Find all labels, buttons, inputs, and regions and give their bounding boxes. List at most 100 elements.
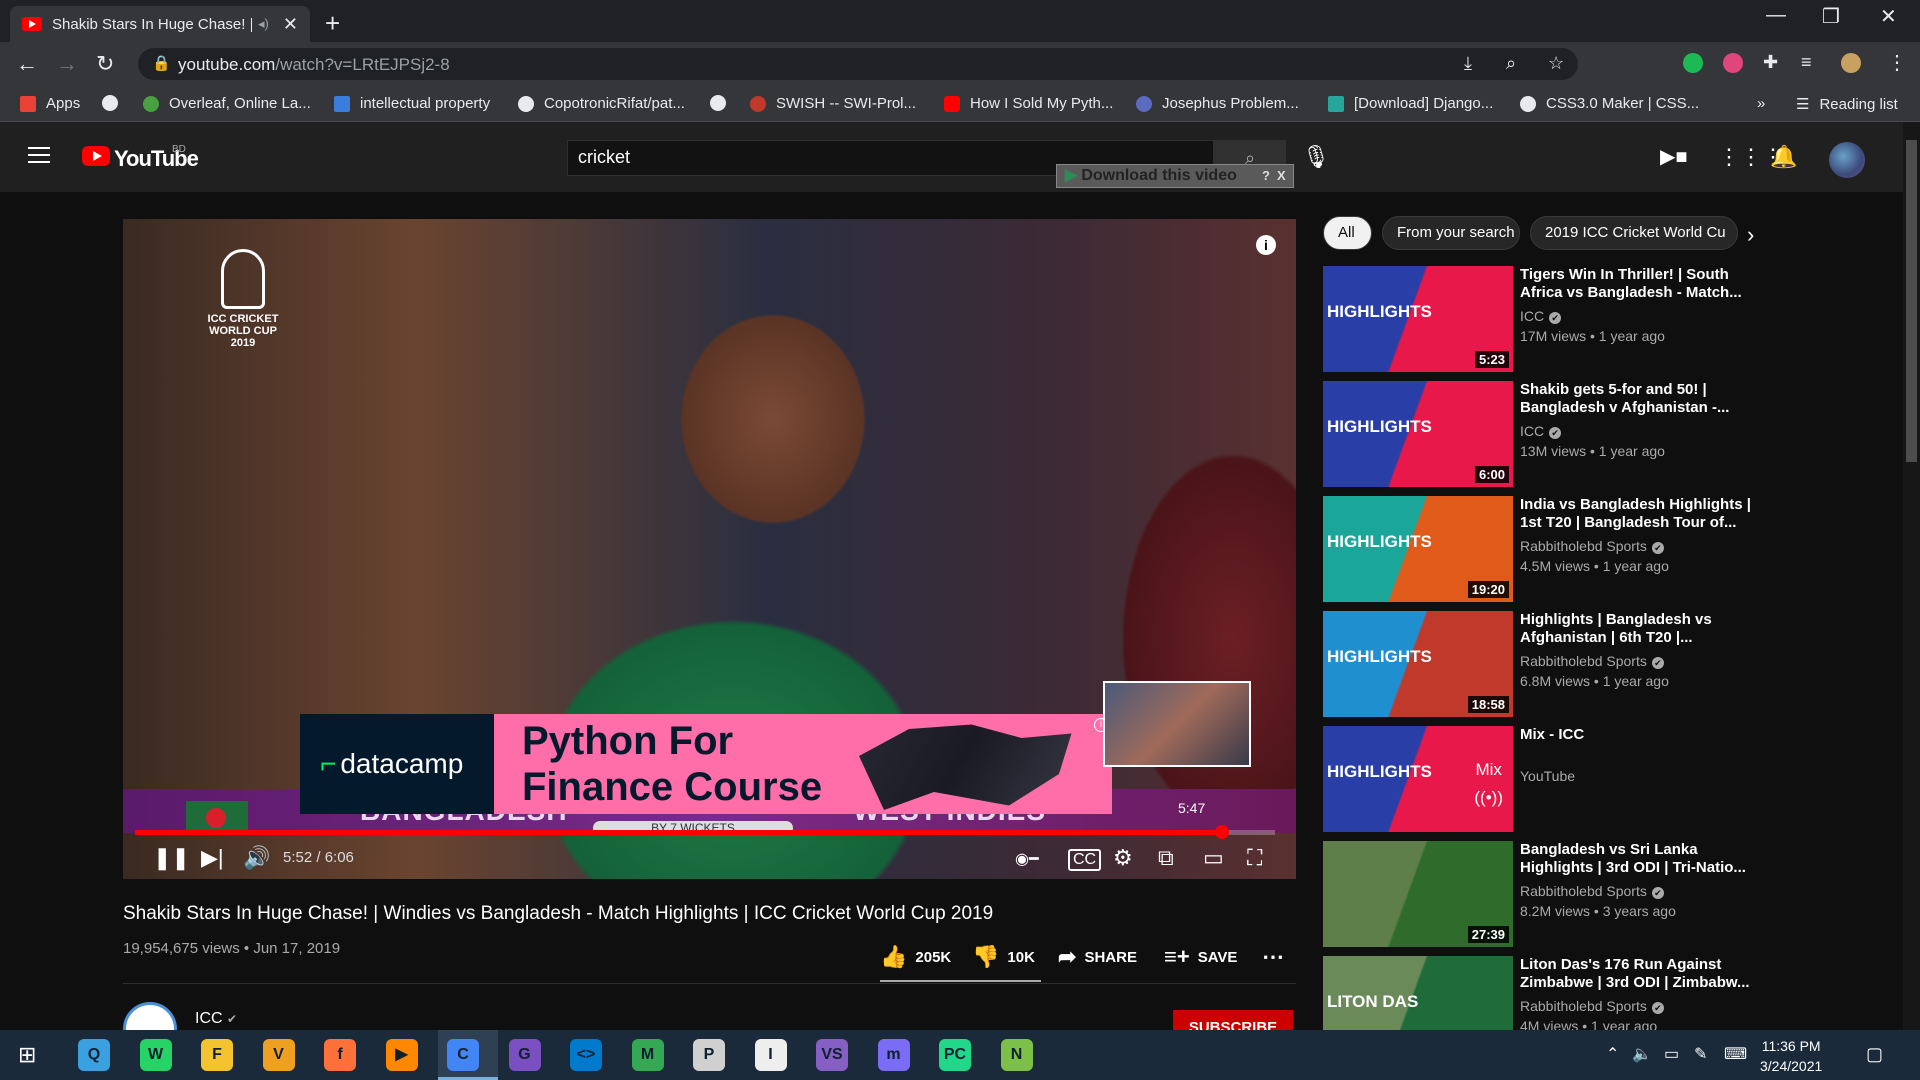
bookmark-swish[interactable]: SWISH -- SWI-Prol... [750,95,916,112]
windows-start-icon[interactable]: ⊞ [18,1042,36,1068]
new-tab-button[interactable]: + [325,8,340,39]
taskbar-vscode-icon[interactable]: <> [570,1039,602,1071]
bookmark-overleaf[interactable]: Overleaf, Online La... [143,95,311,112]
share-button[interactable]: ➦ SHARE [1058,944,1137,970]
bookmarks-overflow-button[interactable]: » [1757,95,1765,112]
chrome-menu-icon[interactable]: ⋮ [1887,50,1907,75]
settings-gear-icon[interactable]: ⚙ [1113,845,1133,871]
miniplayer-icon[interactable]: ⧉ [1158,845,1174,871]
grammarly-extension-icon[interactable] [1683,53,1703,73]
bookmark-django[interactable]: [Download] Django... [1328,95,1493,112]
recommendation-item[interactable]: HIGHLIGHTS 18:58 Highlights | Bangladesh v… [1323,611,1763,717]
bookmark-globe[interactable] [102,95,128,111]
network-icon[interactable]: ▭ [1664,1044,1679,1064]
recommendation-item[interactable]: HIGHLIGHTS 19:20 India vs Bangladesh Highl… [1323,496,1763,602]
forward-button[interactable]: → [56,51,78,77]
menu-icon[interactable] [28,147,50,163]
recommendation-title[interactable]: Liton Das's 176 Run Against Zimbabwe | 3… [1520,956,1760,992]
video-thumbnail[interactable]: HIGHLIGHTS 6:00 [1323,381,1513,487]
address-bar[interactable]: 🔒 youtube.com/watch?v=LRtEJPSj2-8 ☆ ⌕ ⤓ [138,48,1578,80]
restore-button[interactable]: ❐ [1822,4,1840,29]
close-window-button[interactable]: ✕ [1880,4,1897,29]
reading-list-button[interactable]: ☰ Reading list [1796,95,1898,114]
taskbar-vpn-icon[interactable]: V [262,1039,295,1071]
channel-name[interactable]: ICC ✔ [195,1010,237,1028]
recommendation-title[interactable]: Tigers Win In Thriller! | South Africa v… [1520,266,1760,302]
recommendation-channel[interactable]: Rabbitholebd Sports ✔ [1520,883,1664,899]
media-control-icon[interactable]: ≡ [1801,52,1812,73]
bookmark-youtube[interactable]: How I Sold My Pyth... [944,95,1113,112]
notification-center-icon[interactable]: ▢ [1866,1044,1883,1065]
taskbar-chrome-icon[interactable]: C [447,1039,479,1071]
bookmark-css-maker[interactable]: CSS3.0 Maker | CSS... [1520,95,1699,112]
volume-tray-icon[interactable]: 🔈 [1632,1044,1652,1064]
tab-close-icon[interactable]: ✕ [283,14,298,35]
video-thumbnail[interactable]: HIGHLIGHTS 19:20 [1323,496,1513,602]
recommendation-title[interactable]: Mix - ICC [1520,726,1760,744]
taskbar-whatsapp-icon[interactable]: W [139,1039,172,1071]
download-close-icon[interactable]: X [1277,165,1286,187]
download-help-icon[interactable]: ? [1262,165,1270,187]
autoplay-toggle[interactable]: ◉━ [1015,849,1039,869]
video-thumbnail[interactable]: HIGHLIGHTS 5:23 [1323,266,1513,372]
zoom-icon[interactable]: ⌕ [1506,53,1516,74]
recommendation-channel[interactable]: ICC ✔ [1520,423,1562,439]
taskbar-visual-studio-icon[interactable]: VS [816,1039,848,1071]
chevron-right-icon[interactable]: › [1747,222,1754,248]
ad-overlay[interactable]: ⌐ datacamp Python For Finance Course i [300,714,1112,814]
volume-icon[interactable]: 🔊 [243,845,270,871]
youtube-logo-icon[interactable] [82,146,110,166]
extensions-puzzle-icon[interactable]: ✚ [1763,52,1778,73]
recommendation-channel[interactable]: Rabbitholebd Sports ✔ [1520,998,1664,1014]
fullscreen-icon[interactable]: ⛶ [1247,845,1262,871]
pen-icon[interactable]: ✎ [1694,1044,1707,1064]
video-player[interactable]: ICC CRICKET WORLD CUP 2019 i BANGLADESH … [123,219,1296,879]
recommendation-item[interactable]: HIGHLIGHTS 5:23 Tigers Win In Thriller! | … [1323,266,1763,372]
recommendation-title[interactable]: Bangladesh vs Sri Lanka Highlights | 3rd… [1520,841,1760,877]
bookmark-github[interactable]: CopotronicRifat/pat... [518,95,685,112]
bookmark-globe-2[interactable] [710,95,736,111]
lock-icon[interactable]: 🔒 [152,54,171,72]
recommendation-item[interactable]: HIGHLIGHTS 6:00 Shakib gets 5-for and 50! … [1323,381,1763,487]
taskbar-maps-icon[interactable]: M [631,1039,664,1071]
pause-icon[interactable]: ❚❚ [153,845,190,871]
minimize-button[interactable]: — [1766,4,1786,27]
bookmark-intellectual-property[interactable]: intellectual property [334,95,490,112]
video-thumbnail[interactable]: HIGHLIGHTS Mix ((•)) [1323,726,1513,832]
recommendation-item[interactable]: 27:39 Bangladesh vs Sri Lanka Highlights … [1323,841,1763,947]
taskbar-inkscape-icon[interactable]: I [754,1039,787,1071]
notifications-bell-icon[interactable]: 🔔 [1770,144,1797,170]
taskbar-firefox-icon[interactable]: f [324,1039,356,1071]
browser-tab[interactable]: Shakib Stars In Huge Chase! | ◂) ✕ [10,6,310,42]
recommendation-channel[interactable]: YouTube [1520,768,1575,784]
keyboard-icon[interactable]: ⌨ [1724,1044,1747,1064]
chip-from-your-search[interactable]: From your search [1382,216,1520,250]
tray-chevron-icon[interactable]: ⌃ [1606,1044,1619,1064]
taskbar-notepad-icon[interactable]: N [1000,1039,1033,1071]
recommendation-channel[interactable]: Rabbitholebd Sports ✔ [1520,538,1664,554]
install-icon[interactable]: ⤓ [1464,53,1472,74]
page-scrollbar-thumb[interactable] [1906,140,1917,462]
extension-icon[interactable] [1723,53,1743,73]
progress-scrubber[interactable] [1215,825,1230,839]
video-thumbnail[interactable]: 27:39 [1323,841,1513,947]
bookmark-josephus[interactable]: Josephus Problem... [1136,95,1299,112]
theater-mode-icon[interactable]: ▭ [1203,845,1224,871]
tab-audio-icon[interactable]: ◂) [258,16,269,32]
recommendation-title[interactable]: India vs Bangladesh Highlights | 1st T20… [1520,496,1760,532]
captions-icon[interactable]: CC [1068,849,1102,871]
create-video-icon[interactable]: ▶■ [1660,144,1687,169]
reload-button[interactable]: ↻ [96,51,114,77]
recommendation-channel[interactable]: Rabbitholebd Sports ✔ [1520,653,1664,669]
more-actions-icon[interactable]: ⋯ [1262,944,1284,970]
next-icon[interactable]: ▶| [201,845,224,871]
video-thumbnail[interactable]: HIGHLIGHTS 18:58 [1323,611,1513,717]
bookmark-apps[interactable]: Apps [20,95,80,112]
microphone-icon[interactable]: 🎙 [1302,144,1330,170]
star-icon[interactable]: ☆ [1548,53,1564,74]
taskbar-paint-icon[interactable]: P [693,1039,725,1071]
taskbar-vlc-icon[interactable]: ▶ [385,1039,418,1071]
chip-world-cup[interactable]: 2019 ICC Cricket World Cu [1530,216,1738,250]
taskbar-messenger-icon[interactable]: m [877,1039,910,1071]
account-avatar[interactable] [1829,142,1865,178]
